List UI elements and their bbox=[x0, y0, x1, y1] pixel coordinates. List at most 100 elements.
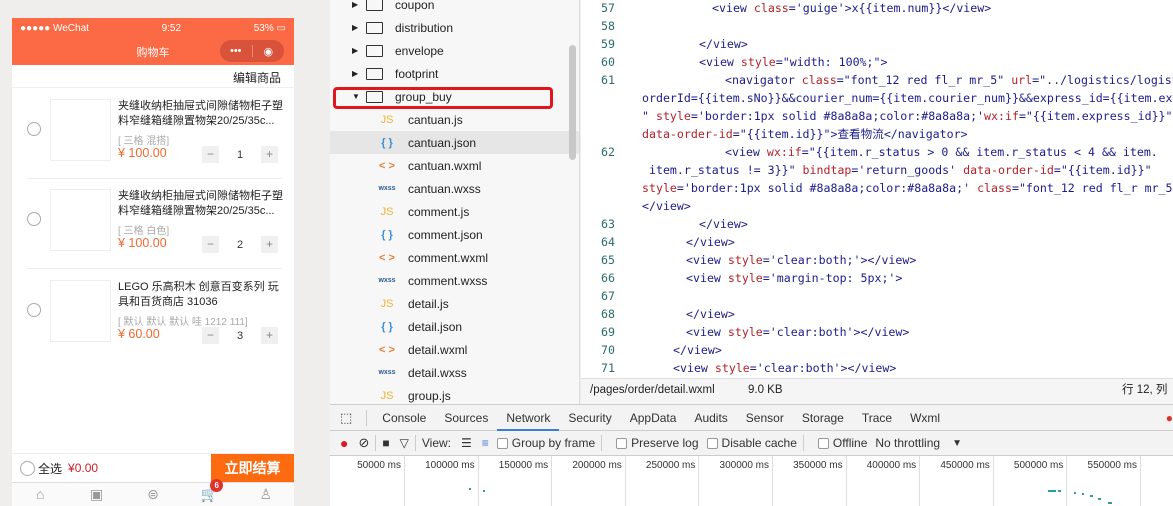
checkout-button[interactable]: 立即结算 bbox=[211, 454, 294, 483]
code-line[interactable]: orderId={{item.sNo}}&&courier_num={{item… bbox=[581, 89, 1173, 107]
quantity-input[interactable]: 1 bbox=[219, 149, 261, 161]
tab-storage[interactable]: Storage bbox=[793, 405, 853, 431]
tree-item[interactable]: ▶ envelope bbox=[330, 39, 579, 62]
tree-item[interactable]: JS detail.js bbox=[330, 292, 579, 315]
tree-item[interactable]: < > cantuan.wxml bbox=[330, 154, 579, 177]
close-target-icon[interactable]: ◉ bbox=[253, 45, 285, 58]
group-by-frame-checkbox[interactable] bbox=[496, 437, 508, 449]
tree-item[interactable]: JS cantuan.js bbox=[330, 108, 579, 131]
file-tree-scrollbar[interactable] bbox=[569, 45, 576, 160]
item-title[interactable]: LEGO 乐高积木 创意百变系列 玩具和百货商店 31036 bbox=[118, 280, 288, 310]
error-icon[interactable]: ● bbox=[1166, 411, 1173, 425]
waterfall-view-icon[interactable]: ≡ bbox=[482, 436, 489, 450]
request-bar[interactable] bbox=[483, 490, 485, 492]
network-timeline[interactable]: 50000 ms 100000 ms 150000 ms 200000 ms 25000… bbox=[330, 456, 1173, 506]
increment-button[interactable]: + bbox=[261, 236, 278, 253]
code-line[interactable]: 59 </view> bbox=[581, 35, 1173, 53]
quantity-input[interactable]: 3 bbox=[219, 330, 261, 342]
code-editor[interactable]: 57 <view class='guige'>x{{item.num}}</vie… bbox=[581, 0, 1173, 378]
throttling-select[interactable]: No throttling bbox=[875, 436, 940, 450]
request-bar[interactable] bbox=[1058, 490, 1061, 492]
tab-audits[interactable]: Audits bbox=[685, 405, 736, 431]
tree-item[interactable]: wxss comment.wxss bbox=[330, 269, 579, 292]
search-icon[interactable]: ⊜ bbox=[125, 483, 181, 506]
inspect-icon[interactable]: ⬚ bbox=[340, 410, 352, 426]
tab-console[interactable]: Console bbox=[373, 405, 435, 431]
select-all-radio[interactable] bbox=[20, 460, 35, 476]
tree-item[interactable]: ▶ footprint bbox=[330, 62, 579, 85]
decrement-button[interactable]: − bbox=[202, 146, 219, 163]
request-bar[interactable] bbox=[1074, 492, 1076, 494]
request-bar[interactable] bbox=[469, 488, 471, 490]
decrement-button[interactable]: − bbox=[202, 236, 219, 253]
code-line[interactable]: data-order-id="{{item.id}}">查看物流</naviga… bbox=[581, 125, 1173, 143]
preserve-log-checkbox[interactable] bbox=[616, 437, 628, 449]
caret-right-icon[interactable]: ▶ bbox=[352, 69, 362, 78]
tree-item[interactable]: JS comment.js bbox=[330, 200, 579, 223]
item-thumbnail[interactable] bbox=[50, 99, 111, 161]
offline-checkbox[interactable] bbox=[817, 437, 829, 449]
tree-item[interactable]: ▶ coupon bbox=[330, 0, 579, 16]
item-select-radio[interactable] bbox=[27, 122, 41, 136]
chevron-down-icon[interactable]: ▼ bbox=[952, 438, 962, 449]
caret-right-icon[interactable]: ▶ bbox=[352, 46, 362, 55]
code-line[interactable]: 69 <view style='clear:both'></view> bbox=[581, 323, 1173, 341]
decrement-button[interactable]: − bbox=[202, 327, 219, 344]
cart-icon[interactable]: 🛒 6 bbox=[181, 479, 237, 506]
code-line[interactable]: 61 <navigator class="font_12 red fl_r mr_… bbox=[581, 71, 1173, 89]
user-icon[interactable]: ♙ bbox=[238, 483, 294, 506]
list-view-icon[interactable]: ☰ bbox=[461, 436, 472, 450]
code-line[interactable]: 67 bbox=[581, 287, 1173, 305]
clear-icon[interactable]: ⊘ bbox=[358, 435, 369, 451]
tree-item[interactable]: ▶ distribution bbox=[330, 16, 579, 39]
code-line[interactable]: 64 </view> bbox=[581, 233, 1173, 251]
tab-sensor[interactable]: Sensor bbox=[737, 405, 793, 431]
increment-button[interactable]: + bbox=[261, 146, 278, 163]
code-line[interactable]: 63 </view> bbox=[581, 215, 1173, 233]
tree-item[interactable]: wxss detail.wxss bbox=[330, 361, 579, 384]
code-line[interactable]: 58 bbox=[581, 17, 1173, 35]
disable-cache-checkbox[interactable] bbox=[706, 437, 718, 449]
code-line[interactable]: </view> bbox=[581, 197, 1173, 215]
item-thumbnail[interactable] bbox=[50, 280, 111, 342]
request-bar[interactable] bbox=[1082, 493, 1084, 495]
quantity-input[interactable]: 2 bbox=[219, 239, 261, 251]
more-icon[interactable]: ••• bbox=[220, 45, 252, 57]
tab-trace[interactable]: Trace bbox=[853, 405, 901, 431]
code-line[interactable]: style='border:1px solid #8a8a8a;color:#8… bbox=[581, 179, 1173, 197]
tree-item[interactable]: JS group.js bbox=[330, 384, 579, 404]
code-line[interactable]: 57 <view class='guige'>x{{item.num}}</vie… bbox=[581, 0, 1173, 17]
item-title[interactable]: 夹缝收纳柜抽屉式间隙储物柜子塑料窄缝箱缝隙置物架20/25/35c... bbox=[118, 189, 288, 219]
tab-appdata[interactable]: AppData bbox=[621, 405, 686, 431]
home-icon[interactable]: ⌂ bbox=[12, 483, 68, 506]
code-line[interactable]: 65 <view style='clear:both;'></view> bbox=[581, 251, 1173, 269]
code-line[interactable]: 70 </view> bbox=[581, 341, 1173, 359]
code-line[interactable]: 71 <view style='clear:both'></view> bbox=[581, 359, 1173, 377]
tree-item[interactable]: < > detail.wxml bbox=[330, 338, 579, 361]
tab-network[interactable]: Network bbox=[497, 405, 560, 431]
tree-item[interactable]: wxss cantuan.wxss bbox=[330, 177, 579, 200]
tree-item[interactable]: { } comment.json bbox=[330, 223, 579, 246]
code-line[interactable]: 60 <view style="width: 100%;"> bbox=[581, 53, 1173, 71]
code-line[interactable]: 66 <view style='margin-top: 5px;'> bbox=[581, 269, 1173, 287]
code-line[interactable]: 68 </view> bbox=[581, 305, 1173, 323]
filter-icon[interactable]: ▽ bbox=[400, 436, 409, 450]
tree-item[interactable]: { } detail.json bbox=[330, 315, 579, 338]
item-title[interactable]: 夹缝收纳柜抽屉式间隙储物柜子塑料窄缝箱缝隙置物架20/25/35c... bbox=[118, 99, 288, 129]
record-icon[interactable]: ● bbox=[340, 435, 348, 451]
request-bar[interactable] bbox=[1098, 498, 1101, 500]
item-select-radio[interactable] bbox=[27, 212, 41, 226]
code-line[interactable]: " style='border:1px solid #8a8a8a;color:… bbox=[581, 107, 1173, 125]
tab-security[interactable]: Security bbox=[559, 405, 620, 431]
caret-right-icon[interactable]: ▶ bbox=[352, 0, 362, 9]
tab-sources[interactable]: Sources bbox=[435, 405, 497, 431]
request-bar[interactable] bbox=[1108, 502, 1112, 504]
tree-item[interactable]: { } cantuan.json bbox=[330, 131, 579, 154]
code-line[interactable]: 62 <view wx:if="{{item.r_status > 0 && it… bbox=[581, 143, 1173, 161]
screenshot-icon[interactable]: ■ bbox=[382, 436, 389, 450]
request-bar[interactable] bbox=[1048, 490, 1056, 492]
item-select-radio[interactable] bbox=[27, 303, 41, 317]
bag-icon[interactable]: ▣ bbox=[68, 483, 124, 506]
select-all-label[interactable]: 全选 bbox=[38, 460, 62, 477]
code-line[interactable]: item.r_status != 3}}" bindtap='return_go… bbox=[581, 161, 1173, 179]
